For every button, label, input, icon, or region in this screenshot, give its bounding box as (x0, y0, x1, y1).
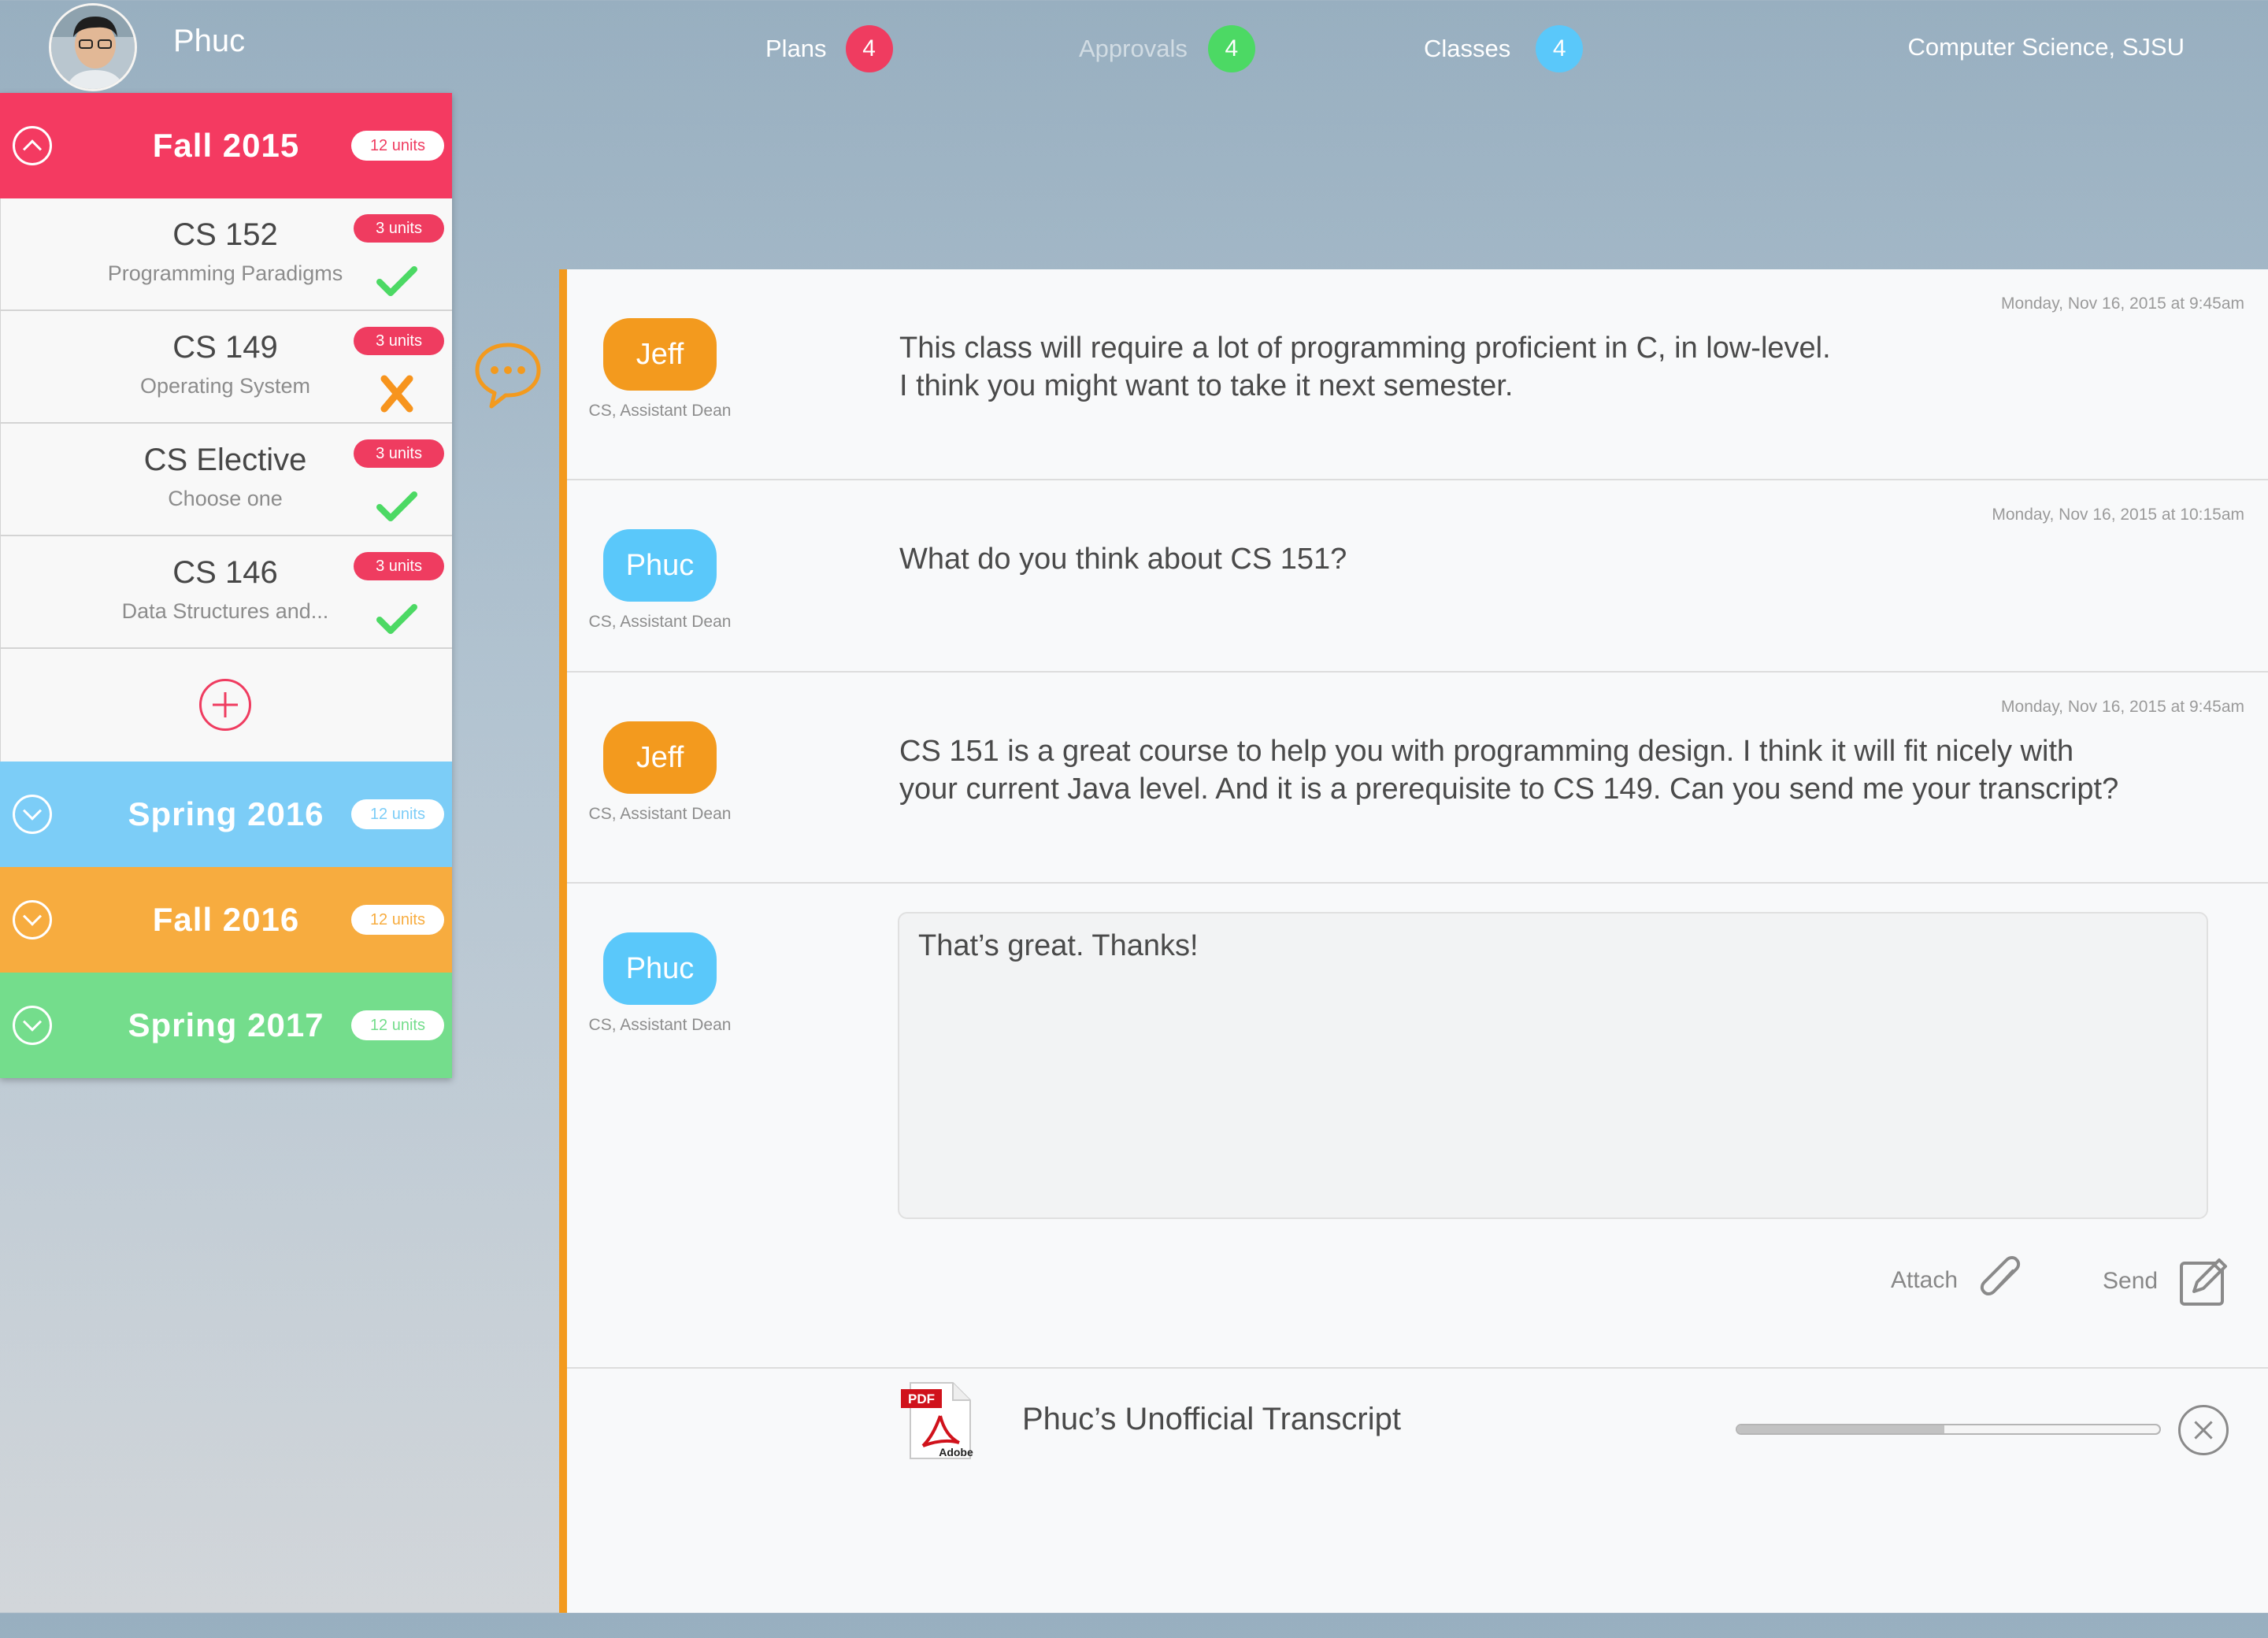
semester-header-fall-2015[interactable]: Fall 2015 12 units (0, 93, 452, 198)
plus-circle-icon[interactable] (199, 679, 251, 731)
course-units-badge: 3 units (354, 327, 444, 355)
semester-title: Spring 2016 (128, 795, 324, 832)
message-timestamp: Monday, Nov 16, 2015 at 10:15am (1992, 506, 2244, 524)
compose-icon (2180, 1258, 2228, 1306)
sender-bubble[interactable]: Phuc (603, 529, 717, 602)
semester-units-badge: 12 units (350, 905, 444, 935)
upload-progress-fill (1737, 1425, 1944, 1433)
reply-input[interactable] (898, 912, 2208, 1219)
course-row[interactable]: CS 149 Operating System 3 units (0, 311, 452, 424)
pdf-brand: Adobe (939, 1446, 973, 1458)
sender-bubble[interactable]: Jeff (603, 721, 717, 794)
attach-label: Attach (1891, 1267, 1959, 1293)
conversation-panel: Monday, Nov 16, 2015 at 9:45am Jeff CS, … (559, 269, 2268, 1613)
send-label: Send (2103, 1268, 2159, 1294)
semester-sidebar: Fall 2015 12 units CS 152 Programming Pa… (0, 93, 452, 1078)
sender-bubble[interactable]: Phuc (603, 932, 717, 1005)
semester-title: Fall 2016 (152, 901, 300, 938)
sender-role: CS, Assistant Dean (588, 402, 732, 420)
semester-header-spring-2016[interactable]: Spring 2016 12 units (0, 762, 452, 867)
classes-count-badge: 4 (1536, 25, 1584, 72)
sender-bubble[interactable]: Jeff (603, 318, 717, 391)
message-text: This class will require a lot of program… (899, 332, 1831, 402)
nav-approvals-label: Approvals (1079, 35, 1188, 62)
message-text: What do you think about CS 151? (899, 543, 1347, 576)
check-icon (376, 491, 417, 521)
semester-title: Spring 2017 (128, 1006, 324, 1043)
course-row[interactable]: CS Elective Choose one 3 units (0, 424, 452, 536)
semester-units-badge: 12 units (350, 799, 444, 829)
check-icon (376, 266, 417, 296)
message-timestamp: Monday, Nov 16, 2015 at 9:45am (2001, 698, 2244, 716)
semester-units-badge: 12 units (350, 131, 444, 161)
approvals-count-badge: 4 (1207, 25, 1255, 72)
nav-plans-label: Plans (765, 35, 827, 62)
message-item: Monday, Nov 16, 2015 at 9:45am Jeff CS, … (567, 673, 2268, 884)
user-name: Phuc (173, 24, 246, 58)
semester-units-badge: 12 units (350, 1010, 444, 1040)
chevron-down-icon[interactable] (13, 900, 52, 939)
nav-plans[interactable]: Plans 4 (765, 24, 893, 74)
add-course-row (0, 649, 452, 762)
chat-bubble-icon[interactable] (471, 339, 545, 413)
pdf-tag: PDF (908, 1392, 935, 1406)
course-units-badge: 3 units (354, 439, 444, 468)
paperclip-icon (1980, 1256, 2021, 1295)
send-button[interactable]: Send (2103, 1255, 2230, 1307)
attach-button[interactable]: Attach (1891, 1255, 2025, 1306)
course-units-badge: 3 units (354, 214, 444, 243)
chevron-down-icon[interactable] (13, 1006, 52, 1045)
message-item: Monday, Nov 16, 2015 at 9:45am Jeff CS, … (567, 269, 2268, 480)
attachment-item: PDF Adobe Phuc’s Unofficial Transcript (567, 1382, 2268, 1480)
course-row[interactable]: CS 146 Data Structures and... 3 units (0, 536, 452, 649)
nav-classes[interactable]: Classes 4 (1424, 24, 1584, 74)
chevron-up-icon[interactable] (13, 126, 52, 165)
sender-role: CS, Assistant Dean (588, 613, 732, 631)
semester-header-fall-2016[interactable]: Fall 2016 12 units (0, 867, 452, 973)
close-circle-icon[interactable] (2178, 1405, 2229, 1455)
semester-title: Fall 2015 (152, 127, 300, 164)
course-row[interactable]: CS 152 Programming Paradigms 3 units (0, 198, 452, 311)
x-icon (380, 375, 413, 413)
pdf-file-icon: PDF Adobe (901, 1382, 973, 1459)
message-timestamp: Monday, Nov 16, 2015 at 9:45am (2001, 295, 2244, 313)
chevron-down-icon[interactable] (13, 795, 52, 834)
nav-classes-label: Classes (1424, 35, 1511, 62)
upload-progress-bar (1736, 1424, 2161, 1435)
semester-header-spring-2017[interactable]: Spring 2017 12 units (0, 973, 452, 1078)
avatar[interactable] (49, 3, 137, 91)
sender-role: CS, Assistant Dean (588, 1016, 732, 1034)
message-item: Monday, Nov 16, 2015 at 10:15am Phuc CS,… (567, 480, 2268, 673)
divider (567, 1367, 2268, 1369)
nav-approvals[interactable]: Approvals 4 (1079, 24, 1255, 74)
plans-count-badge: 4 (845, 25, 893, 72)
sender-role: CS, Assistant Dean (588, 805, 732, 823)
avatar-photo (51, 6, 135, 89)
check-icon (376, 604, 417, 634)
department-label: Computer Science, SJSU (1907, 33, 2185, 61)
message-text: CS 151 is a great course to help you wit… (899, 735, 2119, 806)
course-units-badge: 3 units (354, 552, 444, 580)
attachment-filename: Phuc’s Unofficial Transcript (1022, 1402, 1401, 1436)
